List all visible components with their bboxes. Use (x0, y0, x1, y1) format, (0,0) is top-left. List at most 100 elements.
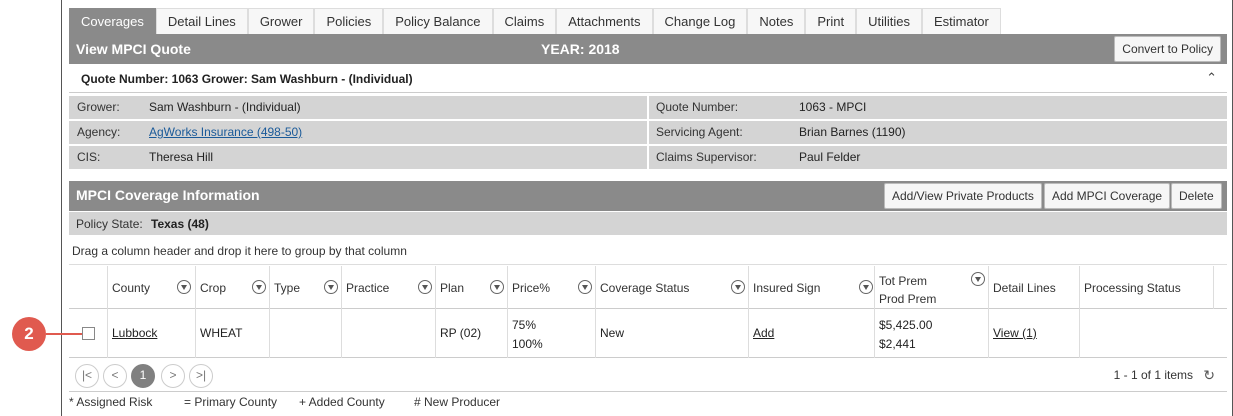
info-cell: Claims Supervisor: Paul Felder (649, 146, 1227, 169)
plan-header-label: Plan (440, 281, 465, 295)
tab-notes[interactable]: Notes (747, 8, 806, 34)
type-filter-icon[interactable] (324, 280, 338, 294)
page-info: 1 - 1 of 1 items (1113, 368, 1193, 382)
page-1-button[interactable]: 1 (131, 364, 155, 388)
insured-sign-filter-icon[interactable] (859, 280, 873, 294)
price-cell: 75% 100% (507, 309, 595, 358)
column-header-premium[interactable]: Tot Prem Prod Prem (874, 266, 988, 309)
processing-status-header-label: Processing Status (1084, 281, 1181, 295)
column-header-practice[interactable]: Practice (341, 266, 435, 309)
coverage-status-filter-icon[interactable] (731, 280, 745, 294)
scrollbar-header (1213, 266, 1227, 309)
claims-supervisor-label: Claims Supervisor: (656, 150, 757, 164)
prod-prem-header: Prod Prem (879, 292, 937, 306)
callout-marker: 2 (12, 317, 46, 351)
table-row[interactable]: Lubbock WHEAT RP (02) 75% 100% New Add $5… (69, 309, 1227, 358)
legend-primary-county: = Primary County (184, 395, 278, 409)
add-mpci-coverage-button[interactable]: Add MPCI Coverage (1044, 183, 1171, 209)
collapse-chevron-icon[interactable]: ⌃ (1206, 70, 1217, 86)
policy-state-label: Policy State: (76, 217, 143, 231)
type-cell (269, 309, 341, 358)
grid-pager: |< < 1 > >| 1 - 1 of 1 items ↻ (69, 359, 1227, 392)
grid-header: County Crop Type Practice Plan Price% Co… (69, 266, 1227, 309)
info-cell: CIS: Theresa Hill (69, 146, 647, 169)
quote-summary-text: Quote Number: 1063 Grower: Sam Washburn … (81, 72, 413, 86)
add-view-private-products-button[interactable]: Add/View Private Products (884, 183, 1042, 209)
tab-estimator[interactable]: Estimator (921, 8, 1001, 34)
info-cell: Grower: Sam Washburn - (Individual) (69, 96, 647, 119)
column-header-type[interactable]: Type (269, 266, 341, 309)
tab-policy-balance[interactable]: Policy Balance (383, 8, 493, 34)
insured-sign-cell: Add (748, 309, 874, 358)
tab-detail-lines[interactable]: Detail Lines (155, 8, 248, 34)
crop-header-label: Crop (200, 281, 227, 295)
column-header-detail-lines[interactable]: Detail Lines (988, 266, 1079, 309)
info-cell: Quote Number: 1063 - MPCI (649, 96, 1227, 119)
price-value-1: 75% (512, 318, 537, 332)
tab-grower[interactable]: Grower (247, 8, 315, 34)
view-header: View MPCI Quote YEAR: 2018 Convert to Po… (69, 34, 1227, 64)
row-select-checkbox[interactable] (82, 327, 95, 340)
prev-page-button[interactable]: < (103, 364, 127, 388)
delete-button[interactable]: Delete (1171, 183, 1222, 209)
coverage-title: MPCI Coverage Information (76, 187, 260, 203)
last-page-button[interactable]: >| (189, 364, 213, 388)
quote-summary: Quote Number: 1063 Grower: Sam Washburn … (69, 64, 1227, 93)
plan-filter-icon[interactable] (490, 280, 504, 294)
prod-prem-value: $2,441 (879, 337, 916, 351)
tab-attachments[interactable]: Attachments (556, 8, 653, 34)
type-header-label: Type (274, 281, 301, 295)
year-label: YEAR: 2018 (541, 41, 620, 57)
tab-claims[interactable]: Claims (492, 8, 557, 34)
detail-lines-cell: View (1) (988, 309, 1079, 358)
practice-filter-icon[interactable] (418, 280, 432, 294)
detail-lines-view-link[interactable]: View (1) (993, 326, 1037, 340)
first-page-button[interactable]: |< (75, 364, 99, 388)
county-filter-icon[interactable] (177, 280, 191, 294)
crop-filter-icon[interactable] (252, 280, 266, 294)
insured-sign-add-link[interactable]: Add (753, 326, 774, 340)
column-header-coverage-status[interactable]: Coverage Status (595, 266, 748, 309)
grower-label: Grower: (77, 100, 120, 114)
convert-to-policy-button[interactable]: Convert to Policy (1114, 36, 1221, 62)
column-header-crop[interactable]: Crop (195, 266, 269, 309)
group-drop-area[interactable]: Drag a column header and drop it here to… (69, 236, 1227, 265)
cis-label: CIS: (77, 150, 101, 164)
info-cell: Servicing Agent: Brian Barnes (1190) (649, 121, 1227, 144)
premium-cell: $5,425.00 $2,441 (874, 309, 988, 358)
tab-coverages[interactable]: Coverages (69, 8, 156, 34)
column-header-processing-status[interactable]: Processing Status (1079, 266, 1213, 309)
tab-change-log[interactable]: Change Log (652, 8, 748, 34)
column-header-price[interactable]: Price% (507, 266, 595, 309)
premium-values: $5,425.00 $2,441 (879, 316, 932, 354)
tab-print[interactable]: Print (805, 8, 857, 34)
tot-prem-header: Tot Prem (879, 274, 928, 288)
column-header-county[interactable]: County (107, 266, 195, 309)
county-header-label: County (112, 281, 151, 295)
agency-link[interactable]: AgWorks Insurance (498-50) (149, 125, 302, 139)
next-page-button[interactable]: > (161, 364, 185, 388)
processing-status-cell (1079, 309, 1227, 358)
price-value-2: 100% (512, 337, 543, 351)
price-values: 75% 100% (512, 316, 543, 354)
tab-policies[interactable]: Policies (314, 8, 384, 34)
crop-value: WHEAT (200, 326, 243, 340)
policy-state-value: Texas (48) (151, 217, 209, 231)
practice-header-label: Practice (346, 281, 390, 295)
county-link[interactable]: Lubbock (112, 326, 157, 340)
premium-filter-icon[interactable] (971, 272, 985, 286)
servicing-agent-label: Servicing Agent: (656, 125, 743, 139)
column-header-insured-sign[interactable]: Insured Sign (748, 266, 874, 309)
tab-utilities[interactable]: Utilities (856, 8, 922, 34)
refresh-icon[interactable]: ↻ (1203, 367, 1215, 384)
policy-state-bar: Policy State: Texas (48) (69, 212, 1227, 235)
agency-label: Agency: (77, 125, 121, 139)
tab-bar: Coverages Detail Lines Grower Policies P… (69, 8, 1001, 34)
price-filter-icon[interactable] (578, 280, 592, 294)
crop-cell: WHEAT (195, 309, 269, 358)
coverage-status-header-label: Coverage Status (600, 281, 690, 295)
grower-value: Sam Washburn - (Individual) (149, 100, 301, 114)
coverage-status-value: New (600, 326, 625, 340)
plan-value: RP (02) (440, 326, 482, 340)
column-header-plan[interactable]: Plan (435, 266, 507, 309)
